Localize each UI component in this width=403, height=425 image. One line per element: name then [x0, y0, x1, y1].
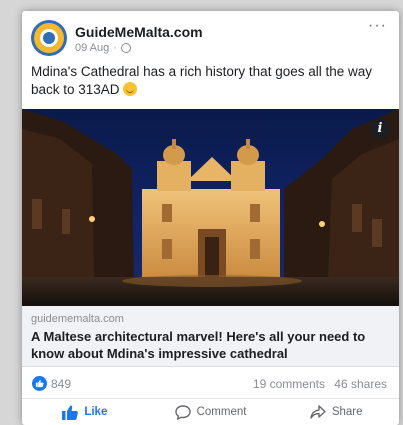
- like-label: Like: [84, 406, 108, 418]
- comment-button[interactable]: Comment: [148, 399, 274, 425]
- page-name[interactable]: GuideMeMalta.com: [75, 24, 203, 40]
- comment-icon: [174, 404, 191, 420]
- meta-separator: ·: [113, 42, 117, 54]
- share-icon: [310, 404, 326, 419]
- cathedral-photo: [22, 109, 399, 306]
- share-button[interactable]: Share: [273, 399, 399, 425]
- emoji-icon: [123, 82, 138, 96]
- comment-count[interactable]: 19 comments: [253, 377, 325, 391]
- thumbs-up-icon: [62, 405, 79, 420]
- more-icon[interactable]: ···: [368, 17, 387, 35]
- reaction-count[interactable]: 849: [51, 377, 71, 391]
- caption-text: Mdina's Cathedral has a rich history tha…: [31, 64, 373, 97]
- link-title[interactable]: A Maltese architectural marvel! Here's a…: [31, 328, 390, 362]
- share-count[interactable]: 46 shares: [334, 377, 387, 391]
- post-date[interactable]: 09 Aug: [75, 42, 109, 54]
- globe-icon: [120, 43, 131, 53]
- post-card: GuideMeMalta.com 09 Aug · ··· Mdina's Ca…: [22, 11, 399, 425]
- action-bar: Like Comment Share: [22, 399, 399, 425]
- share-label: Share: [331, 406, 363, 418]
- post-meta: 09 Aug ·: [75, 42, 131, 54]
- info-icon[interactable]: i: [370, 119, 390, 139]
- avatar-logo: [34, 23, 64, 53]
- post-caption: Mdina's Cathedral has a rich history tha…: [31, 63, 391, 99]
- like-reaction-icon[interactable]: [32, 376, 47, 391]
- page-avatar[interactable]: [31, 20, 67, 56]
- link-preview[interactable]: guidememalta.com A Maltese architectural…: [22, 306, 399, 367]
- like-button[interactable]: Like: [22, 399, 148, 425]
- comment-label: Comment: [196, 406, 247, 418]
- post-header: GuideMeMalta.com 09 Aug · ···: [22, 11, 399, 61]
- post-stats: 849 19 comments 46 shares: [22, 367, 399, 399]
- engagement-counts: 19 comments 46 shares: [253, 377, 387, 391]
- post-image[interactable]: i: [22, 109, 399, 306]
- link-domain: guidememalta.com: [31, 313, 124, 325]
